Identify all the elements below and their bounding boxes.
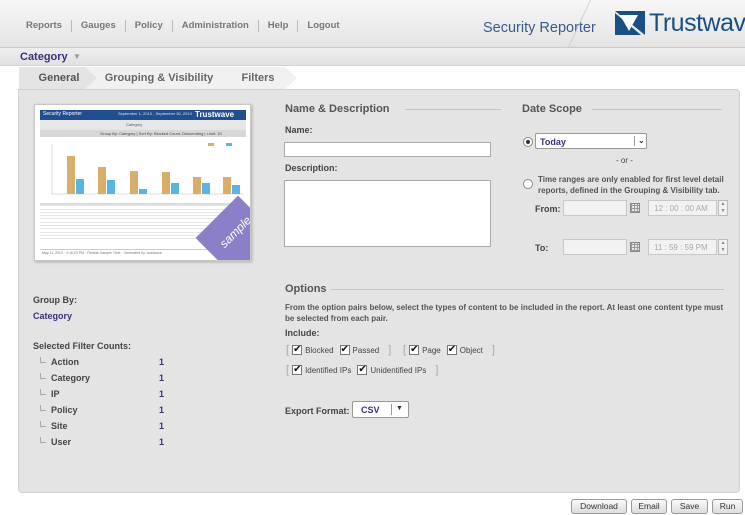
- include-label: Include:: [285, 328, 320, 338]
- calendar-icon[interactable]: [630, 242, 640, 252]
- trustwave-logo: Trustwave ®: [615, 9, 745, 37]
- general-panel: Security Reporter September 1, 2013 - Se…: [18, 89, 740, 493]
- nav-gauges[interactable]: Gauges: [72, 20, 126, 32]
- filter-item-ip: IP: [40, 389, 60, 399]
- section-divider: [331, 289, 724, 290]
- passed-label: Passed: [352, 345, 380, 355]
- export-format-select[interactable]: CSV ▼: [352, 401, 409, 418]
- tab-general-label: General: [38, 72, 80, 84]
- nav-policy[interactable]: Policy: [126, 20, 173, 32]
- filter-item-policy: Policy: [40, 405, 78, 415]
- from-date-input[interactable]: [563, 200, 627, 216]
- chevron-down-icon: ▼: [396, 405, 403, 412]
- chevron-down-icon: ⌄: [638, 136, 645, 145]
- bracket: [: [403, 344, 407, 356]
- object-checkbox[interactable]: ✔: [446, 345, 457, 355]
- description-label: Description:: [285, 163, 338, 173]
- object-label: Object: [459, 345, 483, 355]
- bracket: [: [286, 364, 290, 376]
- report-preview-thumbnail: Security Reporter September 1, 2013 - Se…: [34, 104, 251, 261]
- filter-count-category: 1: [159, 373, 165, 383]
- run-button[interactable]: Run: [712, 499, 743, 514]
- bracket: ]: [388, 344, 392, 356]
- category-bar: Category ▼: [0, 48, 745, 66]
- tab-filters[interactable]: Filters: [219, 67, 297, 89]
- unidentified-ips-checkbox[interactable]: ✔: [357, 365, 368, 375]
- date-scope-title: Date Scope: [522, 103, 582, 115]
- bracket: ]: [491, 344, 495, 356]
- options-title: Options: [285, 283, 327, 295]
- blocked-checkbox[interactable]: ✔: [292, 345, 303, 355]
- date-preset-value: Today: [540, 137, 566, 147]
- passed-checkbox[interactable]: ✔: [339, 345, 350, 355]
- bracket: ]: [435, 364, 439, 376]
- calendar-icon[interactable]: [630, 203, 640, 213]
- unidentified-ips-label: Unidentified IPs: [370, 365, 427, 375]
- filter-item-action: Action: [40, 357, 79, 367]
- main-nav: Reports Gauges Policy Administration Hel…: [18, 20, 349, 32]
- options-description: From the option pairs below, select the …: [285, 303, 724, 323]
- identified-ips-checkbox[interactable]: ✔: [292, 365, 303, 375]
- filter-count-site: 1: [159, 421, 165, 431]
- filter-count-action: 1: [159, 357, 165, 367]
- select-divider: [391, 404, 392, 415]
- export-format-label: Export Format:: [285, 406, 350, 416]
- nav-administration[interactable]: Administration: [173, 20, 259, 32]
- tab-filters-label: Filters: [241, 72, 275, 84]
- filter-item-category: Category: [40, 373, 90, 383]
- filter-item-user: User: [40, 437, 71, 447]
- page-checkbox[interactable]: ✔: [409, 345, 420, 355]
- from-label: From:: [535, 204, 561, 214]
- filter-count-ip: 1: [159, 389, 165, 399]
- blocked-passed-pair: [ ✔ Blocked ✔ Passed ]: [283, 344, 394, 356]
- filter-count-policy: 1: [159, 405, 165, 415]
- blocked-label: Blocked: [305, 345, 334, 355]
- to-time-input[interactable]: 11 : 59 : 59 PM: [648, 239, 717, 255]
- from-time-input[interactable]: 12 : 00 : 00 AM: [648, 200, 717, 216]
- ip-pair: [ ✔ Identified IPs ✔ Unidentified IPs ]: [283, 364, 441, 376]
- page-label: Page: [422, 345, 441, 355]
- sample-badge-clip: sample: [35, 105, 250, 260]
- nav-reports[interactable]: Reports: [18, 20, 72, 32]
- select-divider: [634, 136, 635, 146]
- chevron-down-icon[interactable]: ▼: [73, 52, 81, 61]
- tab-grouping-visibility[interactable]: Grouping & Visibility: [85, 67, 233, 89]
- preset-date-radio[interactable]: [523, 137, 533, 147]
- name-description-title: Name & Description: [285, 103, 390, 115]
- name-label: Name:: [285, 125, 313, 135]
- email-button[interactable]: Email: [631, 499, 667, 514]
- to-label: To:: [535, 243, 549, 253]
- filter-counts-label: Selected Filter Counts:: [33, 341, 132, 351]
- date-preset-select[interactable]: Today ⌄: [535, 133, 647, 149]
- tab-grouping-visibility-label: Grouping & Visibility: [104, 72, 214, 84]
- time-range-radio[interactable]: [523, 179, 533, 189]
- nav-help[interactable]: Help: [259, 20, 299, 32]
- download-button[interactable]: Download: [571, 499, 627, 514]
- section-divider: [592, 109, 722, 110]
- identified-ips-label: Identified IPs: [305, 365, 352, 375]
- from-time-spinner[interactable]: ▲ ▼: [718, 200, 728, 216]
- time-range-note: Time ranges are only enabled for first l…: [538, 175, 724, 195]
- section-divider: [405, 109, 501, 110]
- filter-count-user: 1: [159, 437, 165, 447]
- bracket: [: [286, 344, 290, 356]
- nav-logout[interactable]: Logout: [298, 20, 348, 32]
- page-object-pair: [ ✔ Page ✔ Object ]: [400, 344, 498, 356]
- to-date-input[interactable]: [563, 239, 627, 255]
- or-separator: - or -: [616, 156, 633, 165]
- group-by-label: Group By:: [33, 295, 77, 305]
- to-time-spinner[interactable]: ▲ ▼: [718, 239, 728, 255]
- report-category-title[interactable]: Category: [20, 51, 68, 63]
- logo-mark-icon: [615, 11, 645, 35]
- name-input[interactable]: [284, 142, 491, 157]
- export-format-value: CSV: [361, 405, 380, 415]
- description-textarea[interactable]: [284, 180, 491, 247]
- logo-text: Trustwave: [649, 9, 745, 37]
- filter-item-site: Site: [40, 421, 68, 431]
- top-navigation-bar: Reports Gauges Policy Administration Hel…: [0, 0, 745, 48]
- group-by-value: Category: [33, 311, 73, 321]
- save-button[interactable]: Save: [671, 499, 708, 514]
